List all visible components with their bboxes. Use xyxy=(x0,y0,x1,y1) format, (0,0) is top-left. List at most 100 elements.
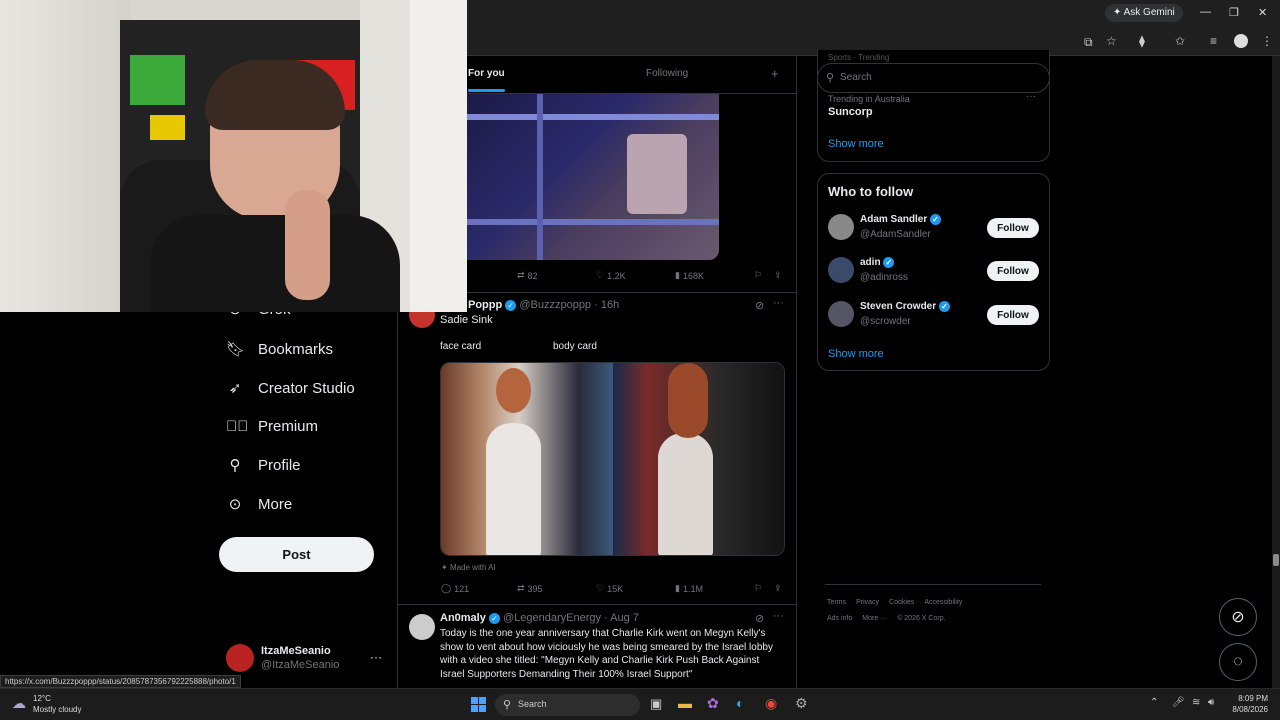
account-avatar[interactable] xyxy=(226,644,254,672)
nav-item-more[interactable]: ⊙ More xyxy=(226,491,292,517)
share-button[interactable]: ⇪ xyxy=(774,583,782,594)
tray-chevron-icon[interactable]: ⌃ xyxy=(1150,697,1158,708)
grok-fab-button[interactable]: ⊘ xyxy=(1219,598,1257,636)
like-button[interactable]: ♡ 1.2K xyxy=(596,270,626,281)
views-button[interactable]: ▮ 1.1M xyxy=(675,583,703,594)
repost-button[interactable]: ⇄ 395 xyxy=(517,583,543,594)
avatar[interactable] xyxy=(828,214,854,240)
tab-for-you[interactable]: For you xyxy=(468,68,505,79)
tab-following[interactable]: Following xyxy=(646,68,688,79)
wifi-icon[interactable]: ≋ xyxy=(1192,697,1200,708)
microphone-icon[interactable]: 🎤︎ xyxy=(1172,697,1185,708)
post-image[interactable] xyxy=(440,362,785,556)
like-button[interactable]: ♡ 15K xyxy=(596,583,623,594)
messages-fab-button[interactable]: ◌ xyxy=(1219,643,1257,681)
follow-button[interactable]: Follow xyxy=(987,261,1039,281)
ask-gemini-button[interactable]: ✦ Ask Gemini xyxy=(1105,4,1183,22)
bookmark-star-icon[interactable]: ☆ xyxy=(1106,34,1117,48)
edge-icon[interactable]: ◐ xyxy=(736,695,744,711)
install-app-icon[interactable]: ⧉ xyxy=(1084,35,1093,50)
rocket-icon: ➶ xyxy=(228,380,242,397)
follow-button[interactable]: Follow xyxy=(987,218,1039,238)
author-handle[interactable]: @Buzzzpoppp xyxy=(519,299,591,311)
image-left xyxy=(441,363,613,555)
person-hair xyxy=(205,60,345,130)
shelf-item xyxy=(150,115,185,140)
post-time[interactable]: · 16h xyxy=(594,299,619,311)
avatar[interactable] xyxy=(409,614,435,640)
follow-button[interactable]: Follow xyxy=(987,305,1039,325)
browser-menu-icon[interactable]: ⋮ xyxy=(1261,34,1273,48)
close-icon[interactable]: ✕ xyxy=(1258,6,1267,19)
avatar[interactable] xyxy=(828,257,854,283)
favorites-icon[interactable]: ✩ xyxy=(1175,34,1185,48)
footer-link[interactable]: Terms xyxy=(827,599,846,606)
more-icon[interactable]: ··· xyxy=(773,610,784,622)
minimize-icon[interactable]: — xyxy=(1200,6,1211,18)
video-thumbnail[interactable] xyxy=(467,94,719,260)
search-input[interactable]: ⚲ Search xyxy=(817,63,1050,93)
post-time[interactable]: · Aug 7 xyxy=(604,612,639,624)
like-count: 15K xyxy=(607,583,624,594)
app-icon[interactable]: ⚙ xyxy=(795,695,808,712)
chrome-icon[interactable]: ◉ xyxy=(765,695,777,712)
grok-icon[interactable]: ⊘ xyxy=(755,299,764,312)
grok-icon[interactable]: ⊘ xyxy=(755,612,764,625)
account-menu-icon[interactable]: ··· xyxy=(370,650,382,664)
author-name[interactable]: Poppp xyxy=(468,299,502,311)
suggestion-name[interactable]: Adam Sandler ✓ xyxy=(860,214,942,225)
trend-name[interactable]: Suncorp xyxy=(828,106,873,118)
sports-label: Sports · Trending xyxy=(828,53,890,62)
suggestion-name[interactable]: adin ✓ xyxy=(860,257,895,268)
repost-count: 82 xyxy=(527,270,538,281)
views-button[interactable]: ▮ 168K xyxy=(675,270,704,281)
extensions-icon[interactable]: ⧫ xyxy=(1139,34,1145,48)
footer-link[interactable]: Accessibility xyxy=(924,599,962,606)
door xyxy=(410,0,467,312)
nav-item-premium[interactable]: ✓⃝ Premium xyxy=(226,413,318,439)
nav-item-creator-studio[interactable]: ➶ Creator Studio xyxy=(226,375,355,401)
avatar[interactable] xyxy=(828,301,854,327)
shelf-item xyxy=(130,55,185,105)
active-tab-indicator xyxy=(468,89,505,92)
clock-date[interactable]: 8/08/2026 xyxy=(1228,705,1268,714)
scrollbar-thumb[interactable] xyxy=(1273,554,1279,566)
footer-link[interactable]: More ··· xyxy=(862,615,887,622)
task-view-icon[interactable]: ▣ xyxy=(650,696,662,712)
taskbar-search[interactable]: ⚲ Search xyxy=(495,694,640,716)
wall xyxy=(0,0,130,312)
share-button[interactable]: ⇪ xyxy=(774,270,782,281)
suggestion-name[interactable]: Steven Crowder ✓ xyxy=(860,301,950,312)
profile-avatar-icon[interactable] xyxy=(1234,34,1248,48)
maximize-icon[interactable]: ❐ xyxy=(1229,6,1239,19)
nav-item-profile[interactable]: ⚲ Profile xyxy=(226,452,301,478)
share-icon: ⇪ xyxy=(774,270,782,280)
footer-link[interactable]: Cookies xyxy=(889,599,914,606)
bookmark-button[interactable]: ⚐ xyxy=(754,583,762,594)
footer-link[interactable]: Privacy xyxy=(856,599,879,606)
show-more-follow[interactable]: Show more xyxy=(828,348,884,360)
more-icon[interactable]: ··· xyxy=(773,297,784,309)
file-explorer-icon[interactable]: ▬ xyxy=(678,695,692,711)
author-handle[interactable]: @LegendaryEnergy xyxy=(503,612,601,624)
footer-link[interactable]: Ads info xyxy=(827,615,852,622)
copilot-icon[interactable]: ✿ xyxy=(707,695,719,712)
nav-item-bookmarks[interactable]: 🔖︎ Bookmarks xyxy=(226,336,333,362)
image-detail xyxy=(496,368,531,413)
author-name[interactable]: An0maly xyxy=(440,612,486,624)
volume-icon[interactable]: 🔊︎ xyxy=(1208,697,1214,708)
reply-button[interactable]: ◯ 121 xyxy=(441,583,469,594)
post-button[interactable]: Post xyxy=(219,537,374,572)
suggestion-name-text: Steven Crowder xyxy=(860,301,937,313)
account-handle: @ItzaMeSeanio xyxy=(261,659,340,671)
windows-start-icon[interactable] xyxy=(471,697,486,712)
add-tab-icon[interactable]: + xyxy=(771,66,779,81)
media-controls-icon[interactable]: ≡ xyxy=(1210,34,1217,48)
search-icon: ⚲ xyxy=(826,72,835,84)
bookmark-button[interactable]: ⚐ xyxy=(754,270,762,281)
clock-time[interactable]: 8:09 PM xyxy=(1238,694,1268,703)
show-more-trends[interactable]: Show more xyxy=(828,138,884,150)
made-with-ai-label: ✦ Made with AI xyxy=(441,563,496,572)
repost-button[interactable]: ⇄ 82 xyxy=(517,270,538,281)
scrollbar[interactable] xyxy=(1272,56,1280,688)
